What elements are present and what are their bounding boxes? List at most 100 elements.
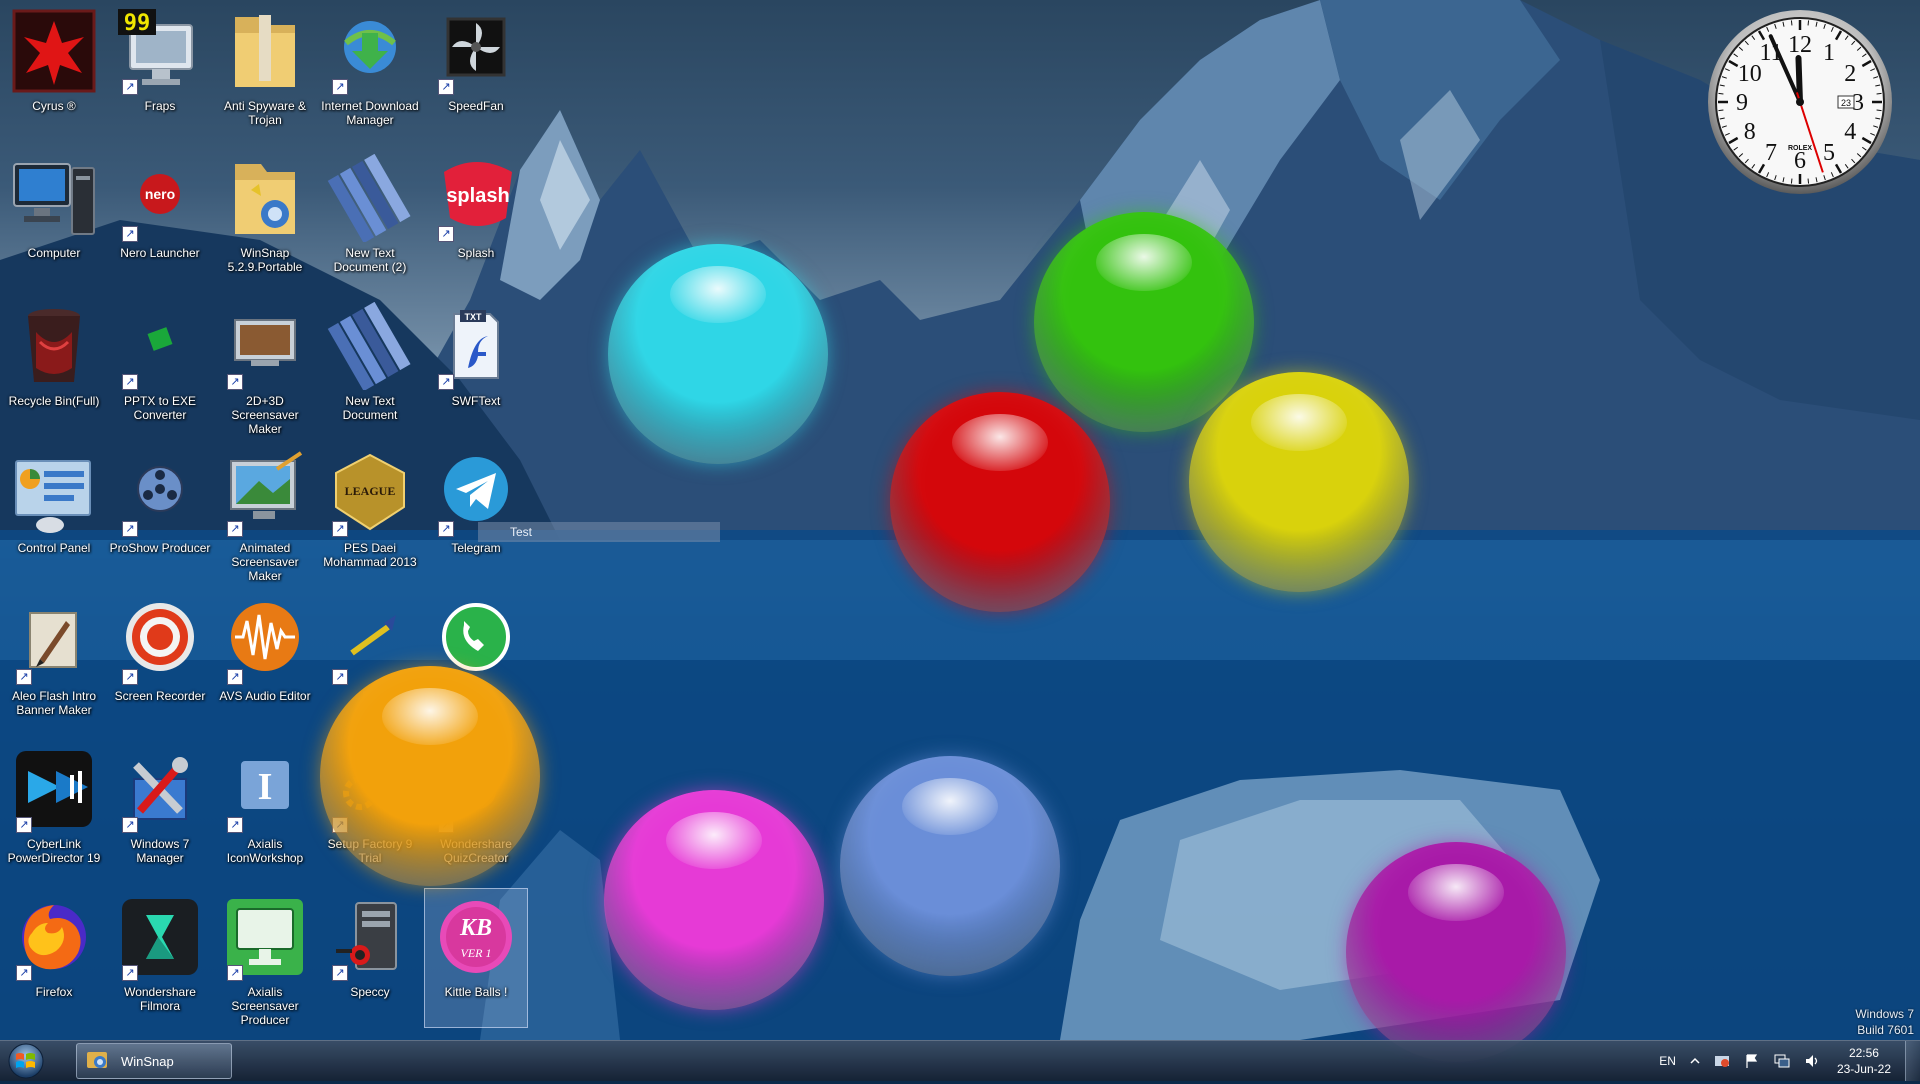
start-button[interactable]: [4, 1042, 48, 1080]
desktop-icon-label: Kittle Balls !: [444, 985, 508, 999]
desktop-icon-label: Screen Recorder: [114, 689, 206, 703]
watermark-build: Build 7601: [1857, 1023, 1914, 1037]
taskbar-button-winsnap[interactable]: WinSnap: [76, 1043, 232, 1079]
tray-app-button[interactable]: [1714, 1053, 1730, 1069]
show-hidden-icons-button[interactable]: [1690, 1056, 1700, 1066]
ball-magenta[interactable]: [604, 790, 824, 1010]
shortcut-arrow-icon: ↗: [438, 521, 454, 537]
desktop-icon-label: New Text Document: [342, 394, 398, 422]
shortcut-arrow-icon: ↗: [332, 79, 348, 95]
shortcut-arrow-icon: ↗: [122, 965, 138, 981]
desktop-icon-screenrec[interactable]: ↗ Screen Recorder: [108, 592, 212, 732]
ball-orange[interactable]: [320, 666, 540, 886]
desktop-icon-kittleballs[interactable]: KB VER 1 Kittle Balls !: [424, 888, 528, 1028]
desktop-icon-nero[interactable]: nero ↗ Nero Launcher: [108, 149, 212, 289]
desktop-icon-controlpanel[interactable]: Control Panel: [2, 444, 106, 584]
taskbar-clock[interactable]: 22:56 23-Jun-22: [1837, 1045, 1891, 1077]
swftext-icon: TXT ↗: [432, 302, 520, 390]
shortcut-arrow-icon: ↗: [227, 965, 243, 981]
desktop-icon-pes[interactable]: LEAGUE ↗ PES Daei Mohammad 2013: [318, 444, 422, 584]
desktop-icon-label: PES Daei Mohammad 2013: [323, 541, 417, 569]
desktop-icon-cyberlink[interactable]: ↗ CyberLink PowerDirector 19: [2, 740, 106, 880]
ball-cyan[interactable]: [608, 244, 828, 464]
desktop-icon-firefox[interactable]: ↗ Firefox: [2, 888, 106, 1028]
shortcut-arrow-icon: ↗: [122, 226, 138, 242]
desktop-icon-recycle[interactable]: Recycle Bin(Full): [2, 297, 106, 437]
desktop-icon-label: CyberLink PowerDirector 19: [7, 837, 101, 865]
clock-numeral: 1: [1823, 40, 1835, 66]
desktop-icon-label: WinSnap 5.2.9.Portable: [227, 246, 303, 274]
clock-tick: [1807, 20, 1810, 26]
taskbar-date: 23-Jun-22: [1836, 1062, 1891, 1076]
clock-numeral: 5: [1823, 140, 1835, 166]
axialisicon-icon: I ↗: [221, 745, 309, 833]
desktop-icon-avsaudio[interactable]: ↗ AVS Audio Editor: [213, 592, 317, 732]
language-indicator[interactable]: EN: [1659, 1054, 1676, 1068]
avsaudio-icon: ↗: [221, 597, 309, 685]
desktop-icon-aleo[interactable]: ↗ Aleo Flash Intro Banner Maker: [2, 592, 106, 732]
desktop-icon-newtext[interactable]: New Text Document: [318, 297, 422, 437]
desktop-icon-screensaver3d[interactable]: ↗ 2D+3D Screensaver Maker: [213, 297, 317, 437]
fraps-badge-text: 99: [124, 11, 151, 36]
action-center-button[interactable]: [1744, 1053, 1760, 1069]
clock-numeral: 7: [1765, 140, 1777, 166]
desktop-icon-filmora[interactable]: ↗ Wondershare Filmora: [108, 888, 212, 1028]
desktop-icon-computer[interactable]: Computer: [2, 149, 106, 289]
shortcut-arrow-icon: ↗: [332, 669, 348, 685]
shortcut-arrow-icon: ↗: [332, 521, 348, 537]
ball-yellow[interactable]: [1189, 372, 1409, 592]
pptx-icon: ↗: [116, 302, 204, 390]
desktop-icon-idm[interactable]: ↗ Internet Download Manager: [318, 2, 422, 142]
cyberlink-icon: ↗: [10, 745, 98, 833]
kittleballs-icon: KB VER 1: [432, 893, 520, 981]
tooltip-text: Test: [510, 525, 533, 539]
desktop-icon-animscreensaver[interactable]: ↗ Animated Screensaver Maker: [213, 444, 317, 584]
desktop-icon-label: Aleo Flash Intro Banner Maker: [11, 689, 97, 717]
aleo-icon: ↗: [10, 597, 98, 685]
volume-button[interactable]: [1804, 1053, 1820, 1069]
nero-badge-text: nero: [145, 186, 175, 202]
clock-numeral: 8: [1744, 119, 1756, 145]
desktop-icon-swftext[interactable]: TXT ↗ SWFText: [424, 297, 528, 437]
show-desktop-button[interactable]: [1905, 1041, 1920, 1081]
newtext2-icon: [326, 154, 414, 242]
desktop-icon-label: Wondershare Filmora: [124, 985, 196, 1013]
desktop-icon-pptx[interactable]: ↗ PPTX to EXE Converter: [108, 297, 212, 437]
desktop-icon-proshow[interactable]: ↗ ProShow Producer: [108, 444, 212, 584]
desktop-icon-axialisicon[interactable]: I ↗ Axialis IconWorkshop: [213, 740, 317, 880]
clock-tick: [1790, 20, 1793, 26]
ball-purple[interactable]: [1346, 842, 1566, 1062]
desktop-icon-label: Axialis IconWorkshop: [226, 837, 304, 865]
desktop-icon-fraps[interactable]: 99 ↗ Fraps: [108, 2, 212, 142]
desktop-icon-speccy[interactable]: ↗ Speccy: [318, 888, 422, 1028]
desktop-icon-telegram[interactable]: ↗ Telegram: [424, 444, 528, 584]
ball-blue[interactable]: [840, 756, 1060, 976]
pes-badge-text: LEAGUE: [345, 484, 396, 498]
clock-numeral: 4: [1844, 119, 1856, 145]
desktop-icon-label: Control Panel: [17, 541, 91, 555]
network-button[interactable]: [1774, 1053, 1790, 1069]
desktop-icon-speedfan[interactable]: ↗ SpeedFan: [424, 2, 528, 142]
winsnap-icon: [221, 154, 309, 242]
desktop-icon-antispyware[interactable]: Anti Spyware & Trojan: [213, 2, 317, 142]
desktop-icon-newtext2[interactable]: New Text Document (2): [318, 149, 422, 289]
ball-red[interactable]: [890, 392, 1110, 612]
shortcut-arrow-icon: ↗: [122, 521, 138, 537]
clock-brand: ROLEX: [1788, 145, 1812, 152]
desktop-icon-win7manager[interactable]: ↗ Windows 7 Manager: [108, 740, 212, 880]
analog-clock-face: 12 1234567891011 23 ROLEX: [1708, 10, 1892, 194]
desktop-icon-label: Recycle Bin(Full): [8, 394, 100, 408]
taskbar-button-label: WinSnap: [121, 1053, 174, 1069]
ball-green[interactable]: [1034, 212, 1254, 432]
idm-icon: ↗: [326, 7, 414, 95]
desktop-icon-splash[interactable]: splash ↗ Splash: [424, 149, 528, 289]
windows-logo-icon: [8, 1043, 44, 1079]
clock-gadget[interactable]: 12 1 2 3 4 5 6 7 8 9 10 11 23 ROLEX: [1706, 8, 1894, 196]
desktop-icon-label: 2D+3D Screensaver Maker: [231, 394, 299, 436]
desktop-icon-winsnap[interactable]: WinSnap 5.2.9.Portable: [213, 149, 317, 289]
shortcut-arrow-icon: ↗: [438, 226, 454, 242]
desktop-icon-axialisscreensaver[interactable]: ↗ Axialis Screensaver Producer: [213, 888, 317, 1028]
desktop-icon-label: Speccy: [350, 985, 390, 999]
clock-tick: [1718, 92, 1724, 95]
desktop-icon-cyrus[interactable]: Cyrus ®: [2, 2, 106, 142]
